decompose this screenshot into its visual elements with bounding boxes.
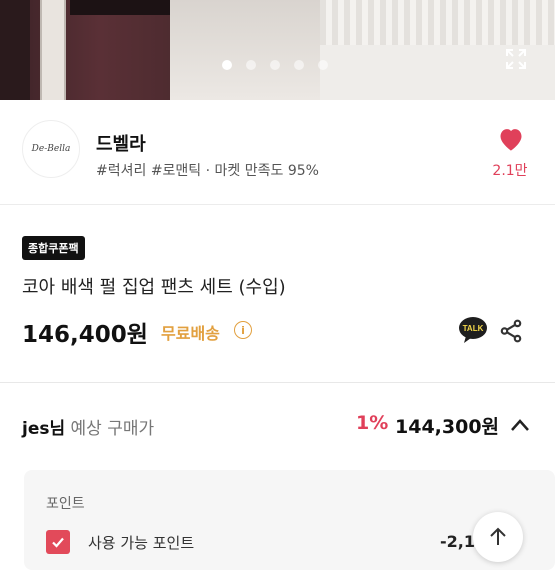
carousel-dot[interactable] <box>270 60 280 70</box>
expand-icon[interactable] <box>504 47 528 71</box>
logo-text: De-Bella <box>31 144 71 154</box>
share-icon[interactable] <box>498 318 524 344</box>
image-region <box>170 0 320 100</box>
buyer-estimate-label: jes님 예상 구매가 <box>22 414 154 439</box>
section-divider <box>0 382 555 383</box>
available-points-value: -2,1 <box>440 532 475 551</box>
carousel-indicator <box>222 60 328 70</box>
points-checkbox[interactable] <box>46 530 70 554</box>
image-region <box>40 0 66 100</box>
like-count: 2.1만 <box>492 163 528 179</box>
image-region <box>0 0 30 100</box>
available-points-label: 사용 가능 포인트 <box>88 534 195 552</box>
arrow-up-icon <box>490 527 506 545</box>
discount-percent: 1% <box>356 412 389 434</box>
carousel-dot[interactable] <box>246 60 256 70</box>
seller-name[interactable]: 드벨라 <box>96 130 146 156</box>
check-icon <box>52 537 64 548</box>
seller-section[interactable]: De-Bella 드벨라 #럭셔리 #로맨틱 · 마켓 만족도 95% <box>0 100 555 205</box>
carousel-dot[interactable] <box>318 60 328 70</box>
seller-logo[interactable]: De-Bella <box>22 120 80 178</box>
coupon-badge: 종합쿠폰팩 <box>22 236 85 260</box>
points-header: 포인트 <box>46 496 85 512</box>
kakao-talk-icon[interactable]: TALK <box>458 316 488 344</box>
product-image-carousel[interactable] <box>0 0 555 100</box>
carousel-dot-active[interactable] <box>222 60 232 70</box>
info-icon[interactable]: i <box>234 321 252 339</box>
image-region <box>320 0 555 45</box>
buyer-name: jes님 <box>22 419 66 439</box>
image-region <box>70 0 170 15</box>
estimated-price: 144,300원 <box>395 416 500 438</box>
product-price: 146,400원 <box>22 322 148 348</box>
chevron-up-icon[interactable] <box>510 418 530 432</box>
points-panel <box>24 470 555 570</box>
shipping-label: 무료배송 <box>161 324 220 343</box>
estimate-label: 예상 구매가 <box>70 419 155 439</box>
svg-text:TALK: TALK <box>463 324 484 333</box>
seller-tags: #럭셔리 #로맨틱 · 마켓 만족도 95% <box>96 163 319 179</box>
product-title: 코아 배색 펄 집업 팬츠 세트 (수입) <box>22 277 286 298</box>
heart-icon[interactable] <box>497 126 525 152</box>
carousel-dot[interactable] <box>294 60 304 70</box>
